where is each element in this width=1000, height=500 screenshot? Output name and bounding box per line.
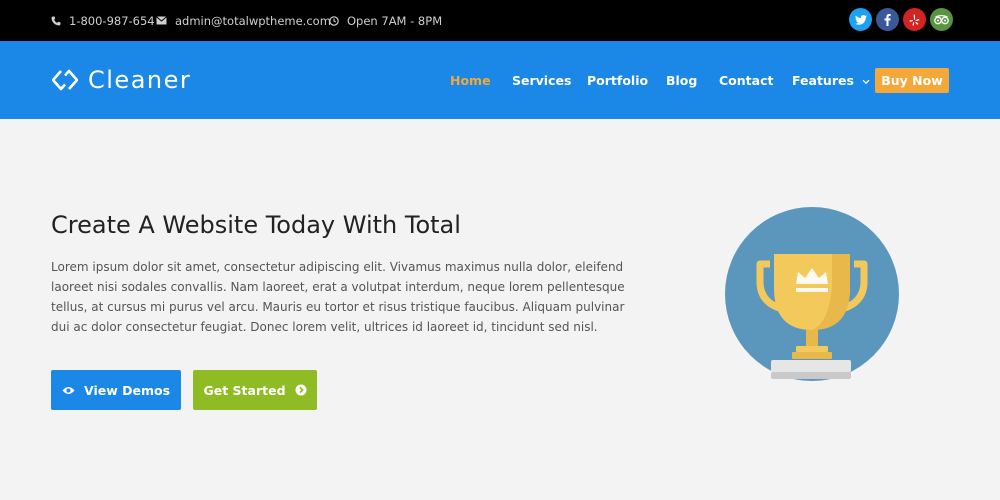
- tripadvisor-button[interactable]: [930, 8, 953, 31]
- buy-now-button[interactable]: Buy Now: [875, 68, 949, 93]
- phone-number: 1-800-987-654: [69, 13, 155, 28]
- yelp-button[interactable]: [903, 8, 926, 31]
- twitter-icon: [854, 14, 867, 25]
- nav-features[interactable]: Features: [792, 73, 870, 88]
- facebook-button[interactable]: [876, 8, 899, 31]
- hero-description: Lorem ipsum dolor sit amet, consectetur …: [51, 260, 625, 334]
- envelope-icon: [156, 16, 167, 25]
- yelp-icon: [909, 14, 920, 25]
- view-demos-label: View Demos: [83, 382, 171, 398]
- logo-mark-icon: [52, 69, 78, 91]
- hours-info: Open 7AM - 8PM: [329, 0, 442, 41]
- opening-hours: Open 7AM - 8PM: [347, 13, 443, 28]
- nav-contact[interactable]: Contact: [719, 73, 773, 88]
- phone-info: 1-800-987-654: [51, 0, 155, 41]
- get-started-label: Get Started: [203, 382, 286, 398]
- nav-services[interactable]: Services: [512, 73, 571, 88]
- tripadvisor-icon: [934, 14, 949, 24]
- nav-blog[interactable]: Blog: [666, 73, 697, 88]
- email-address[interactable]: admin@totalwptheme.com: [175, 14, 331, 28]
- hero-title: Create A Website Today With Total: [51, 211, 461, 239]
- nav-features-label: Features: [792, 73, 854, 88]
- twitter-button[interactable]: [849, 8, 872, 31]
- nav-home[interactable]: Home: [450, 73, 491, 88]
- arrow-circle-right-icon: [295, 384, 307, 396]
- facebook-icon: [884, 13, 891, 26]
- view-demos-button[interactable]: View Demos: [51, 370, 181, 410]
- clock-icon: [329, 15, 339, 26]
- nav-portfolio[interactable]: Portfolio: [587, 73, 648, 88]
- email-info[interactable]: admin@totalwptheme.com: [156, 0, 331, 41]
- site-logo[interactable]: Cleaner: [52, 65, 191, 95]
- logo-text: Cleaner: [88, 66, 192, 94]
- trophy-illustration: [725, 207, 899, 381]
- get-started-button[interactable]: Get Started: [193, 370, 317, 410]
- top-bar: 1-800-987-654 admin@totalwptheme.com Ope…: [0, 0, 1000, 41]
- chevron-down-icon: [862, 79, 870, 85]
- trophy-base: [771, 360, 851, 379]
- eye-icon: [62, 386, 75, 394]
- phone-icon: [51, 16, 61, 25]
- site-header: Cleaner Home Services Portfolio Blog Con…: [0, 41, 1000, 119]
